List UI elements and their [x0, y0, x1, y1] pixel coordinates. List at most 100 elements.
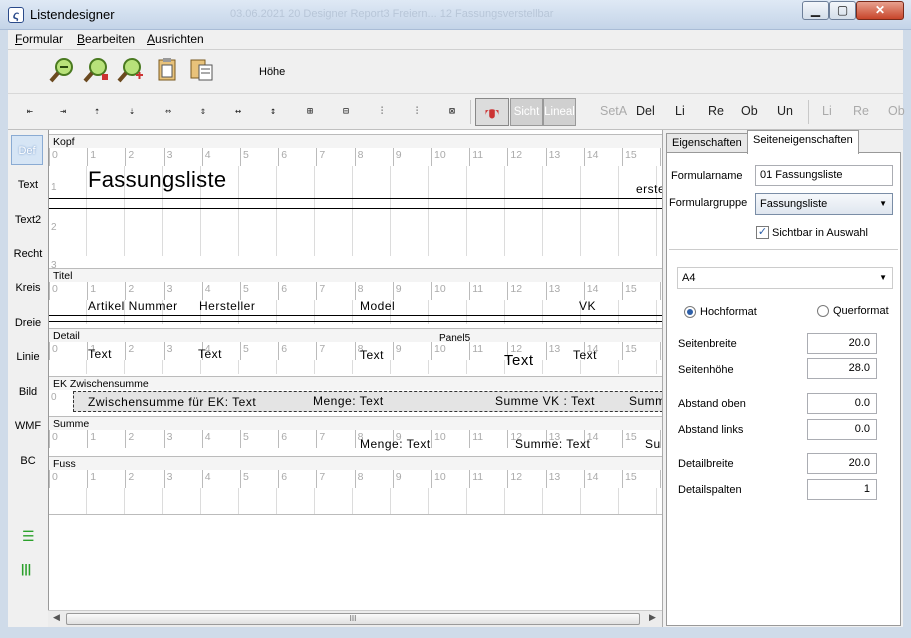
- top-disabled-button[interactable]: Ob: [888, 104, 905, 118]
- zoom-in-icon[interactable]: [116, 56, 144, 84]
- summe-su-field[interactable]: Su: [645, 437, 661, 451]
- header-model[interactable]: Model: [360, 299, 395, 313]
- kopf-right-field[interactable]: erste: [636, 182, 662, 196]
- header-hersteller[interactable]: Hersteller: [199, 299, 255, 313]
- sidebar-item-dreie[interactable]: Dreie: [8, 308, 48, 338]
- ruler-tick: [49, 470, 50, 488]
- tab-seiteneigenschaften[interactable]: Seiteneigenschaften: [747, 130, 859, 154]
- band-label-summe: Summe: [49, 416, 662, 430]
- querformat-radio[interactable]: [817, 305, 829, 317]
- left-button[interactable]: Li: [675, 104, 685, 118]
- same-height-icon[interactable]: ⇕: [191, 100, 215, 124]
- ruler-tick: [316, 148, 318, 166]
- sichtbar-checkbox[interactable]: ✓: [756, 226, 769, 239]
- menu-ausrichten[interactable]: Ausrichten: [147, 32, 204, 46]
- ruler-number: 13: [548, 149, 561, 161]
- ruler-number: 13: [548, 343, 561, 355]
- center-horizontal-icon[interactable]: ⫶: [370, 100, 394, 124]
- del-button[interactable]: Del: [636, 104, 655, 118]
- close-button[interactable]: ✕: [856, 1, 904, 20]
- zoom-fit-icon[interactable]: [82, 56, 110, 84]
- detail-text-field[interactable]: Text: [198, 347, 222, 361]
- maximize-button[interactable]: ▢: [829, 1, 856, 20]
- header-artikel-nummer[interactable]: Artikel Nummer: [88, 299, 178, 313]
- hochformat-radio[interactable]: [684, 306, 696, 318]
- menu-formular[interactable]: Formular: [15, 32, 63, 46]
- formulargruppe-select[interactable]: Fassungsliste ▼: [755, 193, 893, 215]
- ruler-number: 6: [281, 431, 288, 443]
- detail-text-field-large[interactable]: Text: [504, 352, 534, 369]
- abstand-oben-input[interactable]: 0.0: [807, 393, 877, 414]
- detailspalten-input[interactable]: 1: [807, 479, 877, 500]
- align-top-icon[interactable]: ⇡: [85, 100, 109, 124]
- sidebar-item-recht[interactable]: Recht: [8, 239, 48, 269]
- sidebar-item-bc[interactable]: BC: [8, 446, 48, 476]
- seitenbreite-input[interactable]: 20.0: [807, 333, 877, 354]
- toggle-sicht-button[interactable]: Sicht: [510, 98, 543, 126]
- ek-summe-vk-field[interactable]: Summe VK : Text: [495, 394, 595, 408]
- scroll-thumb[interactable]: III: [66, 613, 640, 625]
- vertical-lines-icon[interactable]: |||: [21, 562, 31, 576]
- detailbreite-input[interactable]: 20.0: [807, 453, 877, 474]
- center-vertical-icon[interactable]: ⫶: [405, 100, 429, 124]
- space-vertical-icon[interactable]: ↕: [261, 100, 285, 124]
- grid-10-horizontal-icon[interactable]: ⊞: [298, 100, 322, 124]
- menu-bearbeiten[interactable]: Bearbeiten: [77, 32, 135, 46]
- ruler-number: 5: [243, 149, 249, 161]
- seta-button[interactable]: SetA: [600, 104, 627, 118]
- sidebar-item-kreis[interactable]: Kreis: [8, 273, 48, 303]
- ruler-number: 10: [434, 149, 446, 161]
- sidebar-item-text[interactable]: Text: [8, 170, 48, 200]
- kopf-line[interactable]: [49, 198, 662, 199]
- page-title-field[interactable]: Fassungsliste: [88, 167, 226, 193]
- distribute-icon[interactable]: ⊠: [440, 100, 464, 124]
- detail-text-field[interactable]: Text: [88, 347, 112, 361]
- ruler-number: 3: [166, 283, 173, 295]
- bottom-button[interactable]: Un: [777, 104, 793, 118]
- space-horizontal-icon[interactable]: ↔: [226, 100, 250, 124]
- align-left-icon[interactable]: ⇤: [18, 100, 42, 124]
- horizontal-scrollbar[interactable]: ◀ III ▶: [48, 610, 662, 627]
- left-disabled-button[interactable]: Li: [822, 104, 832, 118]
- summe-menge-field[interactable]: Menge: Text: [360, 437, 431, 451]
- header-vk[interactable]: VK: [579, 299, 596, 313]
- paste-icon[interactable]: [188, 56, 216, 84]
- minimize-button[interactable]: ▁: [802, 1, 829, 20]
- sidebar-item-text2[interactable]: Text2: [8, 205, 48, 235]
- ek-menge-field[interactable]: Menge: Text: [313, 394, 384, 408]
- same-width-icon[interactable]: ⇔: [156, 100, 180, 124]
- detail-text-field[interactable]: Text: [360, 348, 384, 362]
- titel-line[interactable]: [49, 321, 662, 322]
- scroll-right-icon[interactable]: ▶: [649, 612, 656, 623]
- right-button[interactable]: Re: [708, 104, 724, 118]
- horizontal-lines-icon[interactable]: ☰: [22, 528, 35, 545]
- paper-size-select[interactable]: A4 ▼: [677, 267, 893, 289]
- detail-text-field[interactable]: Text: [573, 348, 597, 362]
- toggle-lineal-button[interactable]: Lineal: [543, 98, 576, 126]
- align-right-icon[interactable]: ⇥: [51, 100, 75, 124]
- scroll-left-icon[interactable]: ◀: [53, 612, 60, 623]
- grid-10-vertical-icon[interactable]: ⊟: [334, 100, 358, 124]
- sidebar-item-linie[interactable]: Linie: [8, 342, 48, 372]
- abstand-links-input[interactable]: 0.0: [807, 419, 877, 440]
- ruler-number: 5: [243, 343, 249, 355]
- fuss-grid: [49, 488, 662, 514]
- titel-line[interactable]: [49, 315, 662, 316]
- copy-icon[interactable]: [154, 56, 182, 84]
- summe-summe-field[interactable]: Summe: Text: [515, 437, 590, 451]
- sidebar-item-def[interactable]: Def: [11, 135, 43, 165]
- top-button[interactable]: Ob: [741, 104, 758, 118]
- magnet-snap-button[interactable]: [475, 98, 509, 126]
- kopf-line[interactable]: [49, 208, 662, 209]
- ek-summ-field[interactable]: Summ: [629, 394, 662, 408]
- zoom-out-icon[interactable]: [48, 56, 76, 84]
- sidebar-item-wmf[interactable]: WMF: [8, 411, 48, 441]
- tab-eigenschaften[interactable]: Eigenschaften: [666, 133, 748, 153]
- design-canvas[interactable]: Kopf 01234567891011121314151 1 2 3 Fassu…: [48, 130, 662, 610]
- ek-subtotal-field[interactable]: Zwischensumme für EK: Text: [88, 395, 256, 409]
- formularname-input[interactable]: 01 Fassungsliste: [755, 165, 893, 186]
- align-bottom-icon[interactable]: ⇣: [120, 100, 144, 124]
- seitenhoehe-input[interactable]: 28.0: [807, 358, 877, 379]
- sidebar-item-bild[interactable]: Bild: [8, 377, 48, 407]
- right-disabled-button[interactable]: Re: [853, 104, 869, 118]
